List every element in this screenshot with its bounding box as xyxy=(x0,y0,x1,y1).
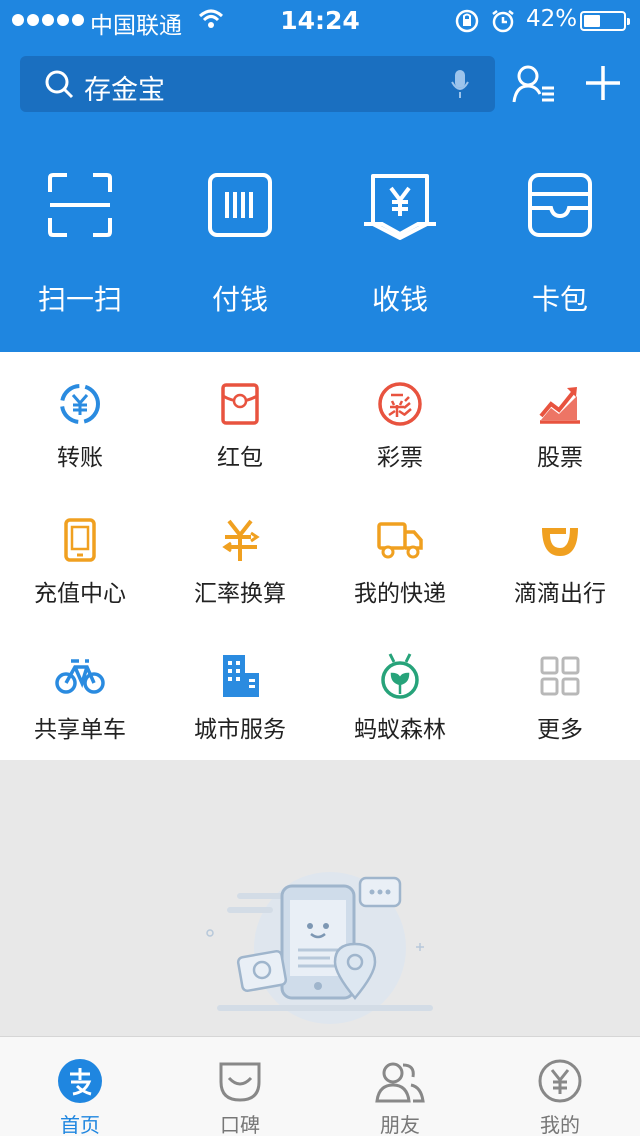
rotation-lock-icon xyxy=(454,8,480,40)
grid-item-stock[interactable]: 股票 xyxy=(480,352,640,488)
tab-home[interactable]: 首页 xyxy=(0,1037,160,1136)
grid-item-didi[interactable]: 滴滴出行 xyxy=(480,488,640,624)
tab-label: 我的 xyxy=(540,1113,580,1136)
grid-item-more[interactable]: 更多 xyxy=(480,624,640,760)
status-bar: 中国联通 14:24 42% xyxy=(0,0,640,42)
my-yuan-icon xyxy=(480,1055,640,1107)
grid-item-exchange[interactable]: 汇率换算 xyxy=(160,488,320,624)
tab-label: 朋友 xyxy=(380,1113,420,1136)
tab-friends[interactable]: 朋友 xyxy=(320,1037,480,1136)
alipay-home-icon xyxy=(0,1055,160,1107)
card-wallet-button[interactable]: 卡包 xyxy=(480,172,640,322)
grid-label: 蚂蚁森林 xyxy=(354,717,446,743)
scan-button[interactable]: 扫一扫 xyxy=(0,172,160,322)
empty-feed-illustration xyxy=(206,872,433,1024)
city-building-icon xyxy=(160,652,320,700)
receive-button[interactable]: 收钱 xyxy=(320,172,480,322)
grid-item-delivery[interactable]: 我的快递 xyxy=(320,488,480,624)
lottery-icon xyxy=(320,380,480,428)
stock-icon xyxy=(480,380,640,428)
grid-label: 汇率换算 xyxy=(194,581,286,607)
card-wallet-icon xyxy=(480,172,640,248)
grid-label: 股票 xyxy=(537,445,583,471)
didi-icon xyxy=(480,516,640,564)
bicycle-icon xyxy=(0,652,160,700)
alarm-icon xyxy=(490,8,516,40)
tab-label: 口碑 xyxy=(220,1113,260,1136)
receive-label: 收钱 xyxy=(371,283,428,316)
grid-label: 充值中心 xyxy=(34,581,126,607)
search-placeholder: 存金宝 xyxy=(84,75,165,106)
add-icon[interactable] xyxy=(584,64,622,106)
grid-label: 滴滴出行 xyxy=(514,581,606,607)
grid-label: 更多 xyxy=(537,717,583,743)
grid-item-recharge[interactable]: 充值中心 xyxy=(0,488,160,624)
grid-label: 我的快递 xyxy=(354,581,446,607)
pay-button[interactable]: 付钱 xyxy=(160,172,320,322)
koubei-icon xyxy=(160,1055,320,1107)
delivery-truck-icon xyxy=(320,516,480,564)
card-wallet-label: 卡包 xyxy=(531,283,588,316)
microphone-icon[interactable] xyxy=(450,68,470,104)
receive-money-icon xyxy=(320,172,480,248)
search-bar[interactable]: 存金宝 xyxy=(20,56,495,112)
header-panel: 存金宝 扫一扫 付钱 收钱 卡包 xyxy=(0,42,640,352)
contacts-icon[interactable] xyxy=(512,64,556,108)
grid-item-lottery[interactable]: 彩票 xyxy=(320,352,480,488)
friends-icon xyxy=(320,1055,480,1107)
grid-item-forest[interactable]: 蚂蚁森林 xyxy=(320,624,480,760)
search-icon xyxy=(44,69,74,103)
grid-label: 转账 xyxy=(57,445,103,471)
pay-label: 付钱 xyxy=(211,283,268,316)
transfer-icon xyxy=(0,380,160,428)
scan-label: 扫一扫 xyxy=(37,283,122,316)
grid-label: 城市服务 xyxy=(194,717,286,743)
tab-mine[interactable]: 我的 xyxy=(480,1037,640,1136)
ant-forest-icon xyxy=(320,652,480,700)
barcode-icon xyxy=(160,172,320,248)
grid-item-bike[interactable]: 共享单车 xyxy=(0,624,160,760)
red-envelope-icon xyxy=(160,380,320,428)
grid-item-city[interactable]: 城市服务 xyxy=(160,624,320,760)
scan-icon xyxy=(0,172,160,248)
grid-label: 彩票 xyxy=(377,445,423,471)
tab-label: 首页 xyxy=(60,1113,100,1136)
grid-label: 共享单车 xyxy=(34,717,126,743)
battery-icon xyxy=(580,11,630,31)
battery-percent: 42% xyxy=(526,6,578,32)
tab-koubei[interactable]: 口碑 xyxy=(160,1037,320,1136)
main-actions: 扫一扫 付钱 收钱 卡包 xyxy=(0,172,640,322)
grid-item-red-envelope[interactable]: 红包 xyxy=(160,352,320,488)
grid-item-transfer[interactable]: 转账 xyxy=(0,352,160,488)
feed-area xyxy=(0,760,640,1036)
phone-recharge-icon xyxy=(0,516,160,564)
grid-label: 红包 xyxy=(217,445,263,471)
more-grid-icon xyxy=(480,652,640,700)
tab-bar: 首页 口碑 朋友 我的 xyxy=(0,1036,640,1136)
exchange-rate-icon xyxy=(160,516,320,564)
service-grid: 转账 红包 彩票 股票 充值中心 汇率换算 我的快递 滴滴出行 共享单车 城市服… xyxy=(0,352,640,760)
